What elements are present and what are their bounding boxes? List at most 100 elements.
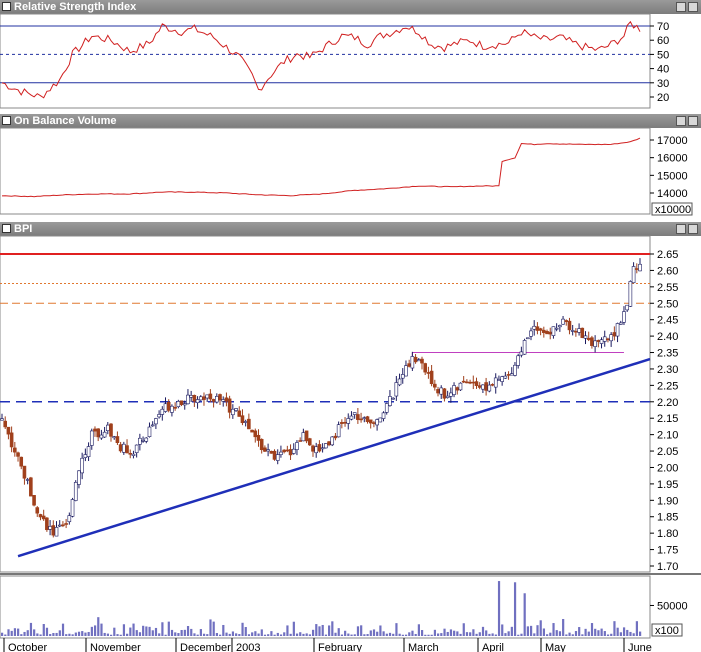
candle-body — [275, 454, 280, 461]
candle-body — [250, 429, 254, 433]
volume-bar — [321, 624, 324, 636]
candle-body — [509, 373, 514, 376]
candle-body — [179, 400, 184, 405]
candle-body — [628, 281, 633, 307]
volume-bar — [68, 633, 71, 636]
candle-body — [436, 389, 440, 394]
candle-body — [346, 418, 351, 424]
volume-bar — [161, 622, 164, 636]
candle-body — [160, 408, 165, 415]
candle-body — [583, 335, 588, 339]
candle-body — [99, 434, 104, 439]
candle-body — [128, 453, 133, 455]
candle-body — [253, 430, 258, 438]
volume-bar — [324, 634, 328, 636]
volume-bar — [167, 621, 170, 636]
volume-bar — [180, 629, 183, 636]
volume-bar — [97, 617, 100, 636]
candle-body — [487, 384, 492, 392]
volume-bar — [55, 632, 58, 636]
volume-bar — [77, 631, 81, 636]
volume-bar — [254, 631, 257, 636]
candle-body — [602, 336, 607, 342]
candle-body — [176, 401, 181, 408]
candle-body — [606, 338, 610, 341]
price-tick-label: 2.55 — [657, 282, 678, 294]
candle-body — [221, 399, 226, 402]
volume-bar — [119, 634, 122, 636]
candle-body — [625, 304, 629, 311]
volume-bar — [590, 623, 594, 636]
volume-bar — [209, 619, 212, 636]
candle-body — [404, 365, 408, 377]
candle-body — [77, 470, 81, 485]
candle-body — [548, 331, 553, 335]
volume-bar — [257, 633, 260, 636]
volume-bar — [17, 628, 20, 636]
volume-bar — [49, 634, 52, 636]
candle-body — [365, 416, 370, 422]
volume-bar — [613, 621, 616, 636]
candle-body — [224, 397, 229, 402]
volume-bar — [552, 623, 555, 636]
candle-body — [125, 445, 129, 454]
candle-body — [426, 372, 431, 374]
candle-body — [413, 356, 418, 363]
volume-bar — [126, 633, 129, 636]
candle-body — [64, 523, 68, 525]
candle-body — [461, 380, 466, 383]
volume-bar — [283, 632, 286, 636]
volume-bar — [42, 624, 45, 636]
volume-bar — [558, 631, 562, 636]
candle-body — [381, 412, 386, 419]
candle-body — [570, 330, 575, 332]
volume-bar — [71, 634, 74, 636]
candle-body — [590, 337, 594, 346]
candle-body — [163, 403, 168, 412]
candle-body — [105, 424, 110, 431]
volume-bar — [635, 621, 638, 636]
volume-bar — [36, 633, 39, 636]
candle-body — [497, 379, 501, 381]
candle-body — [80, 457, 84, 474]
volume-bar — [363, 634, 366, 636]
volume-bar — [113, 627, 116, 636]
candle-body — [54, 527, 59, 537]
candle-body — [577, 328, 581, 333]
volume-bar — [536, 625, 539, 636]
candle-body — [45, 517, 49, 531]
volume-bar — [222, 624, 225, 636]
volume-bar — [494, 634, 497, 636]
candle-body — [503, 375, 508, 379]
volume-bar — [7, 629, 10, 636]
price-tick-label: 2.30 — [657, 364, 678, 376]
volume-bar — [539, 620, 542, 636]
candle-body — [237, 410, 242, 417]
price-tick-label: 1.70 — [657, 561, 678, 573]
candle-body — [211, 399, 216, 402]
volume-bar — [289, 633, 292, 636]
candle-body — [154, 418, 158, 425]
volume-bar — [190, 628, 193, 636]
price-tick-label: 2.15 — [657, 413, 678, 425]
candle-body — [356, 414, 360, 420]
candle-body — [234, 408, 238, 411]
volume-bar — [110, 634, 113, 636]
volume-bar — [186, 626, 190, 636]
volume-bar — [148, 626, 151, 636]
candle-body — [147, 426, 152, 437]
candle-body — [615, 323, 620, 337]
volume-bar — [504, 633, 507, 636]
volume-bar — [170, 629, 174, 636]
candle-body — [61, 524, 65, 527]
price-tick-label: 2.50 — [657, 298, 678, 310]
candle-body — [516, 355, 520, 366]
candle-body — [67, 515, 72, 523]
candle-body — [279, 451, 283, 455]
volume-bar — [481, 626, 485, 636]
volume-bar — [212, 621, 215, 636]
candle-body — [134, 444, 139, 453]
obv-unit-label: x10000 — [655, 204, 691, 216]
volume-bar — [632, 633, 635, 636]
candle-body — [400, 374, 405, 379]
